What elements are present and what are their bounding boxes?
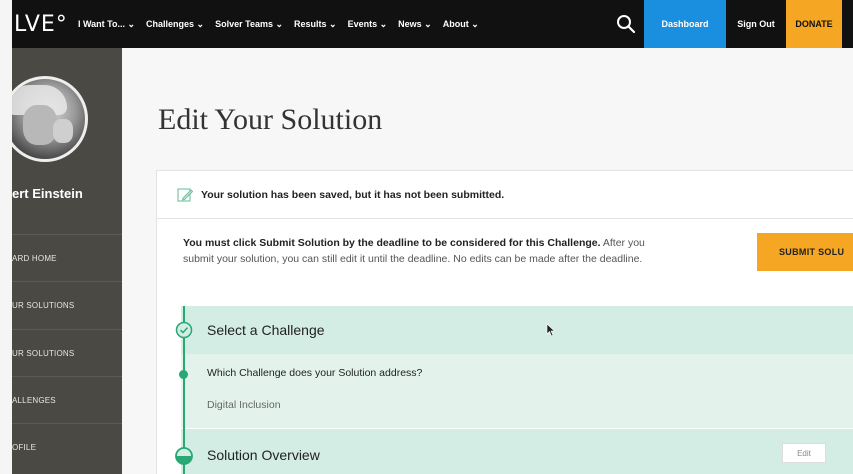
nav-news[interactable]: News ⌄ bbox=[398, 19, 432, 30]
main-nav: I Want To... ⌄ Challenges ⌄ Solver Teams… bbox=[78, 0, 490, 48]
sidebar-item-challenges[interactable]: ALLENGES bbox=[12, 376, 122, 423]
nav-solver-teams[interactable]: Solver Teams ⌄ bbox=[215, 19, 283, 30]
sidebar-item-profile[interactable]: OFILE bbox=[12, 423, 122, 470]
page-title: Edit Your Solution bbox=[158, 103, 383, 136]
challenge-answer: Digital Inclusion bbox=[207, 399, 281, 411]
main-content: Edit Your Solution Your solution has bee… bbox=[122, 48, 853, 474]
section-title-select-challenge: Select a Challenge bbox=[207, 322, 325, 338]
username: ert Einstein bbox=[12, 186, 83, 201]
mouse-cursor-icon bbox=[546, 323, 556, 337]
sidebar-item-dashboard-home[interactable]: ARD HOME bbox=[12, 234, 122, 281]
deadline-message-bold: You must click Submit Solution by the de… bbox=[183, 237, 601, 249]
sign-out-button[interactable]: Sign Out bbox=[726, 0, 786, 48]
section-title-solution-overview: Solution Overview bbox=[207, 447, 320, 463]
avatar-hand bbox=[53, 119, 73, 143]
check-circle-icon bbox=[175, 321, 193, 339]
nav-results[interactable]: Results ⌄ bbox=[294, 19, 337, 30]
sidebar: ert Einstein ARD HOME UR SOLUTIONS UR SO… bbox=[12, 48, 122, 474]
left-gutter bbox=[0, 0, 12, 474]
nav-about[interactable]: About ⌄ bbox=[443, 19, 479, 30]
deadline-message: You must click Submit Solution by the de… bbox=[183, 235, 653, 267]
nav-challenges[interactable]: Challenges ⌄ bbox=[146, 19, 204, 30]
top-navbar: LVE° I Want To... ⌄ Challenges ⌄ Solver … bbox=[12, 0, 853, 48]
pencil-icon bbox=[177, 187, 193, 202]
solution-card: Your solution has been saved, but it has… bbox=[156, 170, 853, 474]
submit-solution-button[interactable]: SUBMIT SOLU bbox=[757, 233, 853, 271]
dashboard-button[interactable]: Dashboard bbox=[644, 0, 726, 48]
search-icon[interactable] bbox=[615, 13, 637, 35]
avatar[interactable] bbox=[12, 76, 88, 162]
section-select-challenge-body bbox=[181, 354, 853, 428]
avatar-face bbox=[23, 105, 57, 145]
notice-text: Your solution has been saved, but it has… bbox=[201, 188, 505, 201]
save-notice: Your solution has been saved, but it has… bbox=[157, 171, 853, 219]
nav-events[interactable]: Events ⌄ bbox=[348, 19, 388, 30]
edit-button[interactable]: Edit bbox=[782, 443, 826, 463]
step-dot-icon bbox=[179, 370, 188, 379]
nav-i-want-to[interactable]: I Want To... ⌄ bbox=[78, 19, 135, 30]
sidebar-item-your-solutions[interactable]: UR SOLUTIONS bbox=[12, 281, 122, 328]
challenge-question: Which Challenge does your Solution addre… bbox=[207, 367, 423, 379]
site-logo[interactable]: LVE° bbox=[12, 12, 78, 37]
half-circle-icon bbox=[175, 447, 193, 465]
donate-button[interactable]: DONATE bbox=[786, 0, 842, 48]
sidebar-item-your-solutions-2[interactable]: UR SOLUTIONS bbox=[12, 329, 122, 376]
